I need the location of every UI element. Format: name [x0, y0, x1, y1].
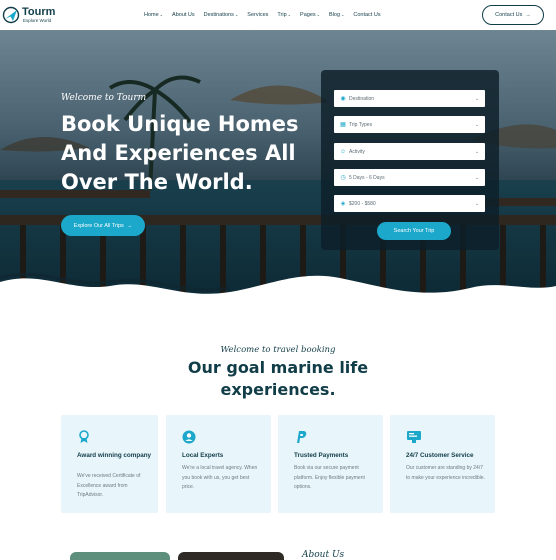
chevron-down-icon: ⌄ — [234, 12, 239, 17]
feature-text: Our customer are standing by 24/7 to mak… — [406, 465, 485, 481]
chevron-down-icon: ⌄ — [475, 95, 480, 102]
feature-title: Trusted Payments — [294, 452, 349, 459]
map-pin-icon: ◉ — [340, 96, 346, 102]
destination-value: Destination — [349, 95, 375, 102]
price-select[interactable]: ◈ $200 - $580 ⌄ — [334, 195, 485, 212]
compass-plane-icon — [2, 6, 20, 24]
explore-trips-button[interactable]: Explore Our All Trips → — [61, 215, 145, 236]
duration-value: 5 Days - 6 Days — [349, 174, 385, 181]
support-headset-icon — [407, 431, 421, 443]
site-logo[interactable]: Tourm Explore World — [2, 4, 62, 26]
contact-us-button[interactable]: Contact Us → — [482, 5, 544, 25]
nav-about[interactable]: About Us — [172, 10, 195, 20]
trip-types-value: Trip Types — [349, 121, 373, 128]
person-icon: ☺ — [339, 148, 347, 155]
nav-trip[interactable]: Trip⌄ — [277, 10, 291, 20]
nav-label: Contact Us — [353, 12, 381, 18]
chevron-down-icon: ⌄ — [341, 12, 345, 17]
nav-label: Pages — [300, 12, 316, 18]
chevron-down-icon: ⌄ — [475, 200, 480, 207]
chevron-down-icon: ⌄ — [475, 148, 480, 155]
nav-services[interactable]: Services — [247, 10, 268, 20]
logo-name: Tourm — [22, 6, 56, 18]
grid-icon: ▦ — [340, 122, 346, 128]
paypal-icon — [297, 431, 307, 443]
chevron-down-icon: ⌄ — [287, 12, 292, 17]
feature-card-payments: Trusted Payments Book via our secure pay… — [278, 415, 383, 513]
duration-select[interactable]: ◷ 5 Days - 6 Days ⌄ — [334, 169, 485, 186]
search-trip-button[interactable]: Search Your Trip — [377, 222, 451, 240]
feature-title: Local Experts — [182, 452, 224, 459]
search-trip-label: Search Your Trip — [393, 228, 435, 234]
feature-card-experts: Local Experts We're a local travel agenc… — [166, 415, 271, 513]
activity-select[interactable]: ☺ Activity ⌄ — [334, 143, 485, 160]
feature-text: We've received Certificate of Excellence… — [77, 473, 141, 499]
trip-types-select[interactable]: ▦ Trip Types ⌄ — [334, 116, 485, 133]
clock-icon: ◷ — [340, 175, 346, 181]
arrow-right-icon: → — [525, 12, 531, 18]
destination-select[interactable]: ◉ Destination ⌄ — [334, 90, 485, 107]
nav-label: About Us — [172, 12, 195, 18]
nav-blog[interactable]: Blog⌄ — [329, 10, 344, 20]
feature-card-award: Award winning company We've received Cer… — [61, 415, 158, 513]
nav-label: Home — [144, 12, 159, 18]
expert-user-icon — [182, 430, 196, 444]
about-subtitle: About Us — [302, 550, 345, 560]
chevron-down-icon: ⌄ — [475, 174, 480, 181]
site-header: Tourm Explore World Home⌄ About Us Desti… — [0, 0, 556, 30]
price-value: $200 - $580 — [349, 200, 376, 207]
about-image-1 — [70, 552, 170, 560]
feature-title: 24/7 Customer Service — [406, 452, 474, 459]
nav-label: Trip — [277, 12, 287, 18]
logo-tagline: Explore World — [23, 18, 52, 23]
main-nav: Home⌄ About Us Destinations⌄ Services Tr… — [144, 10, 381, 20]
activity-value: Activity — [349, 148, 365, 155]
award-ribbon-icon — [79, 430, 89, 443]
nav-contact[interactable]: Contact Us — [353, 10, 380, 20]
contact-us-label: Contact Us — [495, 12, 523, 18]
chevron-down-icon: ⌄ — [159, 12, 164, 17]
hero-title: Book Unique Homes And Experiences All Ov… — [61, 112, 299, 194]
trip-search-panel: ◉ Destination ⌄ ▦ Trip Types ⌄ ☺ Activit… — [321, 70, 499, 250]
hero-subtitle: Welcome to Tourm — [61, 93, 147, 103]
nav-home[interactable]: Home⌄ — [144, 10, 163, 20]
nav-destinations[interactable]: Destinations⌄ — [204, 10, 239, 20]
nav-label: Destinations — [203, 12, 234, 18]
feature-text: Book via our secure payment platform. En… — [294, 465, 365, 491]
nav-pages[interactable]: Pages⌄ — [300, 10, 320, 20]
feature-text: We're a local travel agency. When you bo… — [182, 465, 258, 491]
feature-card-support: 24/7 Customer Service Our customer are s… — [390, 415, 495, 513]
explore-trips-label: Explore Our All Trips — [73, 222, 124, 229]
section-title: Our goal marine life experiences. — [187, 358, 369, 399]
chevron-down-icon: ⌄ — [475, 121, 480, 128]
arrow-right-icon: → — [126, 222, 133, 229]
feature-title: Award winning company — [77, 452, 152, 459]
nav-label: Services — [247, 12, 269, 18]
nav-label: Blog — [329, 12, 341, 18]
about-image-2 — [178, 552, 284, 560]
price-tag-icon: ◈ — [340, 201, 346, 207]
hero-section: Welcome to Tourm Book Unique Homes And E… — [0, 30, 556, 312]
chevron-down-icon: ⌄ — [316, 12, 320, 17]
section-subtitle: Welcome to travel booking — [220, 345, 336, 355]
